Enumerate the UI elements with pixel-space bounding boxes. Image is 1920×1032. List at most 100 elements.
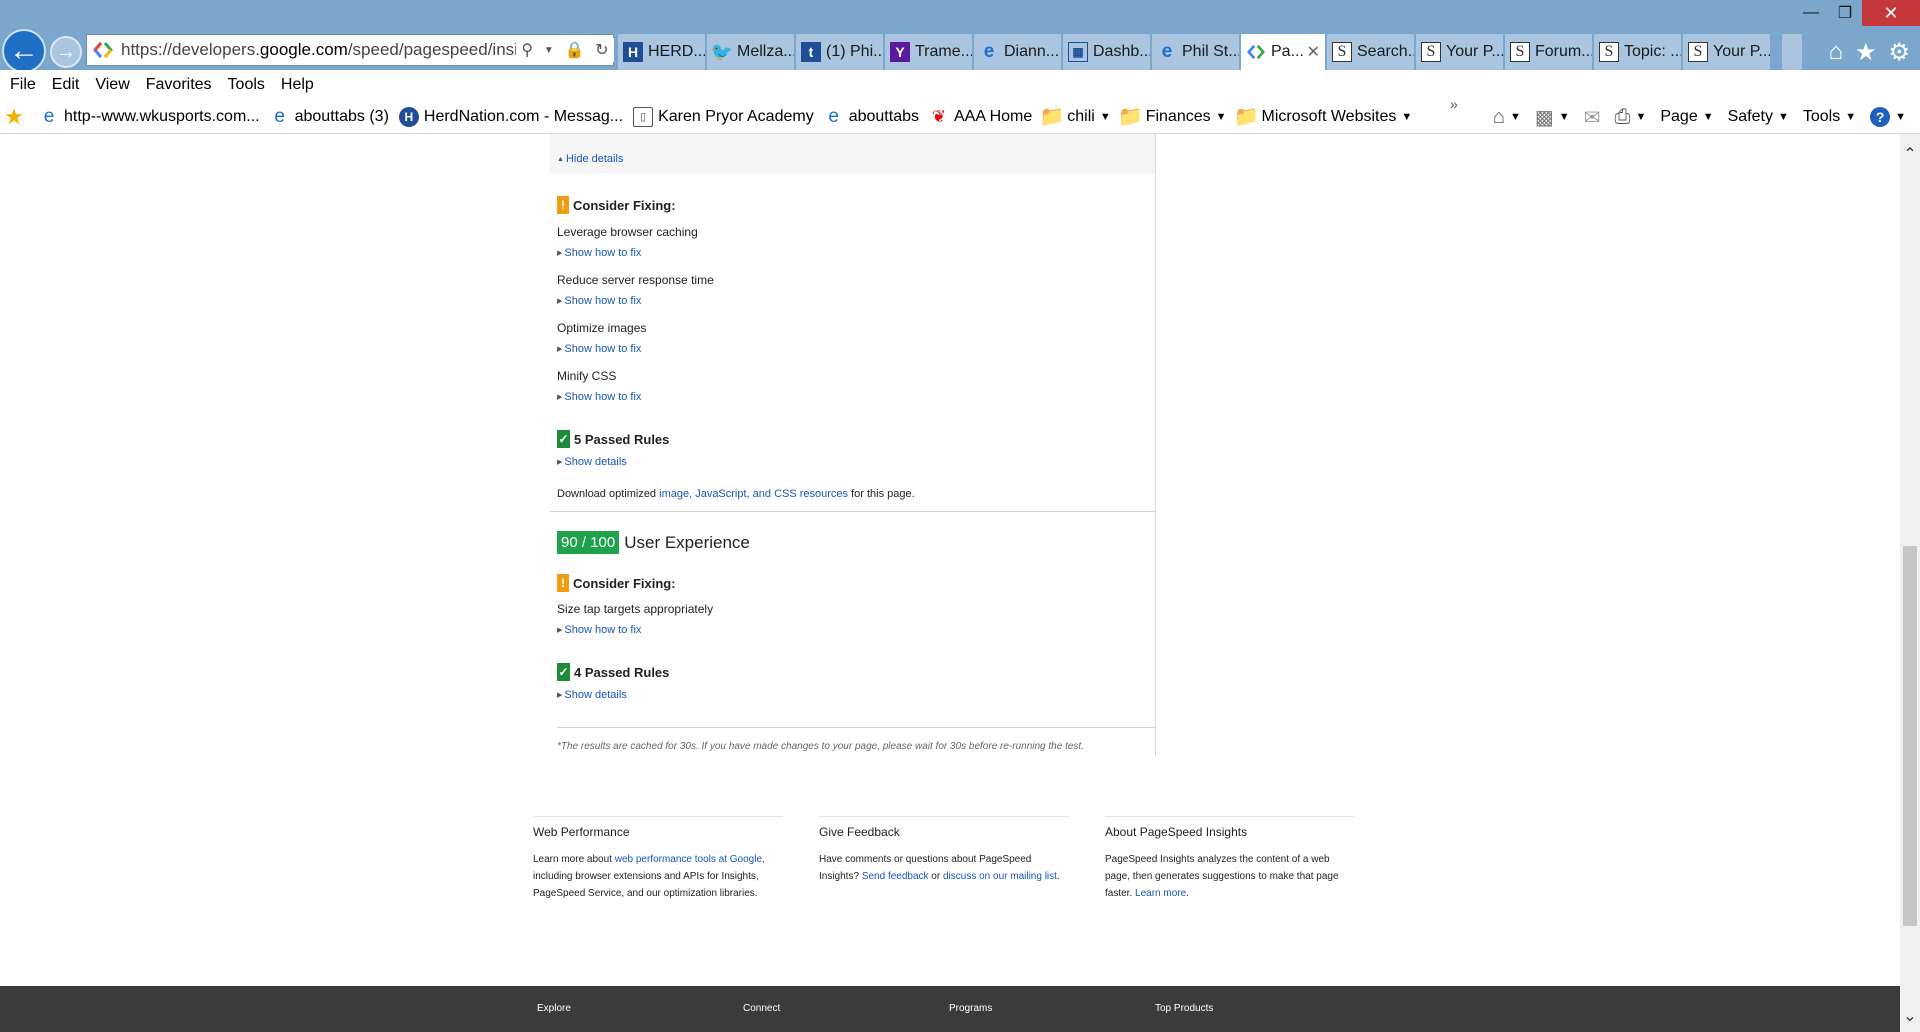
forward-button[interactable]: → (50, 36, 82, 68)
chevron-down-icon: ▼ (1845, 111, 1857, 123)
gear-icon[interactable]: ⚙ (1888, 38, 1910, 67)
show-details-link[interactable]: ▶ Show details (557, 456, 627, 468)
web-page: ▲ Hide details ! Consider Fixing: Leverage… (0, 134, 1900, 1032)
favorite-label: http--www.wkusports.com... (64, 107, 260, 125)
show-how-to-fix-link[interactable]: ▶ Show how to fix (557, 247, 641, 259)
footer-divider (1105, 816, 1355, 817)
tab-label: Search... (1357, 43, 1414, 60)
tab-0[interactable]: H HERD... (618, 34, 705, 70)
print-command[interactable]: ⎙ ▼ (1614, 106, 1646, 129)
tab-10[interactable]: S Forum... (1505, 34, 1592, 70)
tab-1[interactable]: 🐦 Mellza... (707, 34, 794, 70)
dropdown-icon[interactable]: ▼ (544, 45, 554, 56)
rule-title: Size tap targets appropriately (557, 602, 714, 616)
scroll-up-icon[interactable]: ⌃ (1900, 144, 1920, 164)
triangle-right-icon: ▶ (557, 459, 563, 466)
tab-11[interactable]: S Topic: ... (1594, 34, 1681, 70)
tab-2[interactable]: t (1) Phi... (796, 34, 883, 70)
menu-view[interactable]: View (95, 76, 129, 94)
feeds-command[interactable]: ▩ ▼ (1535, 105, 1570, 130)
ux-score-label: User Experience (624, 532, 750, 552)
footer-programs[interactable]: Programs (949, 1003, 992, 1014)
minimize-button[interactable]: — (1794, 0, 1828, 26)
optimized-resources-link[interactable]: image, JavaScript, and CSS resources (659, 488, 848, 500)
tab-label: Dashb... (1093, 43, 1150, 60)
search-icon[interactable]: ⚲ (521, 40, 533, 60)
tab-6[interactable]: e Phil St... (1152, 34, 1239, 70)
menu-tools[interactable]: Tools (228, 76, 265, 94)
show-how-to-fix-link[interactable]: ▶ Show how to fix (557, 343, 641, 355)
menu-favorites[interactable]: Favorites (146, 76, 212, 94)
browser-icons: ⌂ ★ ⚙ (1828, 38, 1910, 67)
footer-text-part: . (1056, 871, 1060, 882)
tab-12[interactable]: S Your P... (1683, 34, 1770, 70)
favorite-item[interactable]: 📁 Finances ▼ (1118, 106, 1226, 128)
show-how-to-fix-link[interactable]: ▶ Show how to fix (557, 295, 641, 307)
folder-icon: 📁 (1039, 106, 1065, 128)
favorite-item[interactable]: ▯ Karen Pryor Academy (633, 106, 814, 127)
tab-9[interactable]: S Your P... (1416, 34, 1503, 70)
back-button[interactable]: ← (2, 29, 46, 73)
home-icon[interactable]: ⌂ (1828, 38, 1843, 67)
learn-more-link[interactable]: Learn more (1135, 888, 1186, 899)
add-favorite-button[interactable]: ★ (0, 103, 29, 129)
rss-icon: ▩ (1534, 106, 1554, 129)
favorite-item[interactable]: ❦ AAA Home (929, 107, 1032, 127)
page-menu[interactable]: Page ▼ (1660, 108, 1713, 126)
footer-explore[interactable]: Explore (537, 1003, 571, 1014)
favorites-star-icon[interactable]: ★ (1855, 38, 1877, 67)
close-tab-icon[interactable]: ✕ (1307, 42, 1320, 62)
home-command[interactable]: ⌂ ▼ (1493, 106, 1521, 129)
ux-passed-rules: ✓ 4 Passed Rules (557, 663, 669, 681)
footer-top-products[interactable]: Top Products (1155, 1003, 1213, 1014)
favorite-item[interactable]: 📁 chili ▼ (1039, 106, 1111, 128)
new-tab-button[interactable] (1782, 34, 1802, 70)
menu-help[interactable]: Help (281, 76, 314, 94)
more-favorites-chevron-icon[interactable]: » (1450, 96, 1458, 112)
favorite-item[interactable]: e http--www.wkusports.com... (39, 106, 260, 127)
footer-give-feedback: Give Feedback Have comments or questions… (819, 816, 1069, 885)
command-bar: ⌂ ▼ ▩ ▼ ✉ ⎙ ▼ Page ▼ Safety ▼ Tools ▼ ? ▼ (1479, 100, 1906, 134)
favorites-star-icon: ★ (4, 103, 24, 129)
tools-menu[interactable]: Tools ▼ (1803, 108, 1856, 126)
send-feedback-link[interactable]: Send feedback (862, 871, 929, 882)
lock-icon[interactable]: 🔒 (565, 40, 585, 60)
restore-button[interactable]: ❐ (1828, 0, 1862, 26)
show-how-to-fix-text: Show how to fix (564, 624, 642, 636)
footer-text: Have comments or questions about PageSpe… (819, 851, 1069, 885)
scroll-down-icon[interactable]: ⌄ (1900, 1006, 1920, 1026)
hide-details-link[interactable]: ▲ Hide details (557, 153, 623, 165)
footer-text: Learn more about web performance tools a… (533, 851, 783, 902)
tab-8[interactable]: S Search... (1327, 34, 1414, 70)
refresh-icon[interactable]: ↻ (595, 40, 608, 60)
tab-4[interactable]: e Diann... (974, 34, 1061, 70)
show-how-to-fix-link[interactable]: ▶ Show how to fix (557, 391, 641, 403)
title-bar: ← → https://developers. google.com/speed/… (0, 0, 1920, 73)
menu-file[interactable]: File (10, 76, 36, 94)
mail-command[interactable]: ✉ (1584, 105, 1601, 130)
footer-connect[interactable]: Connect (743, 1003, 780, 1014)
mailing-list-link[interactable]: discuss on our mailing list (943, 871, 1057, 882)
favorite-item[interactable]: H HerdNation.com - Messag... (398, 106, 623, 127)
safety-menu[interactable]: Safety ▼ (1728, 108, 1789, 126)
web-performance-tools-link[interactable]: web performance tools at Google, (615, 854, 765, 865)
tab-3[interactable]: Y Trame... (885, 34, 972, 70)
favorite-item[interactable]: 📁 Microsoft Websites ▼ (1234, 106, 1412, 128)
favorite-item[interactable]: e abouttabs (3) (270, 106, 389, 127)
close-window-button[interactable]: ✕ (1862, 0, 1920, 26)
tab-7[interactable]: Pa... ✕ (1241, 34, 1325, 70)
scrollbar-thumb[interactable] (1903, 546, 1917, 926)
aaa-icon: ❦ (931, 106, 947, 126)
show-how-to-fix-link[interactable]: ▶ Show how to fix (557, 624, 641, 636)
footer-heading: Give Feedback (819, 825, 900, 839)
warning-icon: ! (557, 196, 569, 214)
footer-text-part: Learn more about (533, 854, 615, 865)
section-divider (557, 727, 1155, 728)
menu-edit[interactable]: Edit (52, 76, 80, 94)
tab-5[interactable]: ▦ Dashb... (1063, 34, 1150, 70)
show-details-link[interactable]: ▶ Show details (557, 689, 627, 701)
vertical-scrollbar[interactable]: ⌃ ⌄ (1900, 134, 1920, 1032)
help-command[interactable]: ? ▼ (1870, 107, 1906, 127)
favorite-item[interactable]: e abouttabs (824, 106, 919, 127)
twitter-bird-icon: 🐦 (710, 41, 734, 62)
